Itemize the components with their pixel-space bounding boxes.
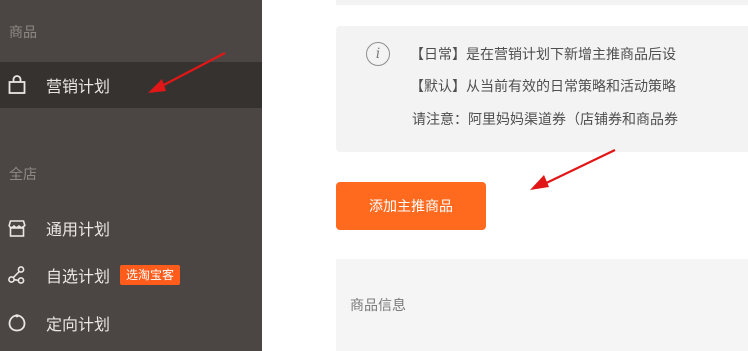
info-icon: i xyxy=(366,42,390,66)
sidebar-item-general-plan[interactable]: 通用计划 xyxy=(0,205,262,251)
section-title-shop: 全店 xyxy=(9,167,37,183)
sidebar-item-targeted-plan[interactable]: 定向计划 xyxy=(0,300,262,346)
product-info-panel: 商品信息 xyxy=(336,259,748,351)
sidebar-item-label: 通用计划 xyxy=(46,220,111,239)
store-icon xyxy=(6,217,28,239)
target-icon xyxy=(6,312,28,334)
shopping-bag-icon xyxy=(6,74,28,96)
product-info-label: 商品信息 xyxy=(350,298,406,314)
sidebar-item-label: 自选计划 xyxy=(46,267,111,286)
share-network-icon xyxy=(6,264,28,286)
notice-line-warning: 请注意：阿里妈妈渠道券（店铺券和商品券 xyxy=(412,112,678,128)
notice-line-default: 【默认】从当前有效的日常策略和活动策略 xyxy=(410,79,676,95)
sidebar-item-label: 定向计划 xyxy=(46,315,111,334)
top-panel-edge xyxy=(336,0,748,5)
notice-line-daily: 【日常】是在营销计划下新增主推商品后设 xyxy=(410,47,676,63)
add-featured-product-button[interactable]: 添加主推商品 xyxy=(336,182,486,230)
notice-box: i 【日常】是在营销计划下新增主推商品后设 【默认】从当前有效的日常策略和活动策… xyxy=(336,26,748,152)
select-taobaoke-badge[interactable]: 选淘宝客 xyxy=(120,265,181,285)
sidebar-item-label: 营销计划 xyxy=(46,77,111,96)
sidebar-item-marketing-plan[interactable]: 营销计划 xyxy=(0,62,262,108)
sidebar: 商品 营销计划 全店 通用计划 自选计划 选淘宝客 定向计划 xyxy=(0,0,262,351)
sidebar-item-custom-plan[interactable]: 自选计划 选淘宝客 xyxy=(0,252,262,298)
section-title-goods: 商品 xyxy=(9,25,37,41)
